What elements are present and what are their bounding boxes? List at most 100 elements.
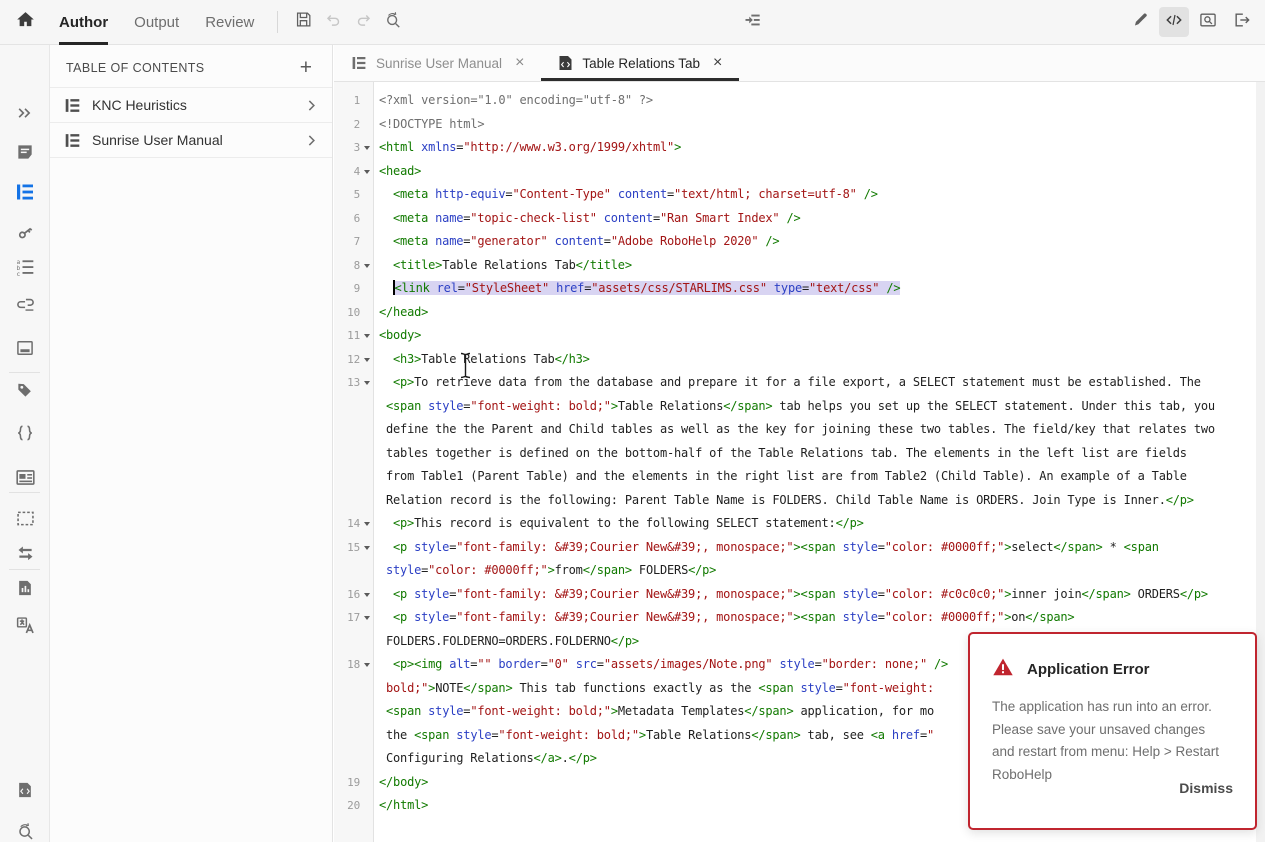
toc-item-label: Sunrise User Manual	[92, 132, 223, 148]
editor-scrollbar[interactable]	[1256, 82, 1265, 842]
find-replace-button[interactable]	[378, 7, 408, 37]
code-line-13[interactable]: 13 <p>To retrieve data from the database …	[334, 371, 1256, 395]
snippets-icon[interactable]	[14, 422, 36, 444]
toc-item-knc-heuristics[interactable]: KNC Heuristics	[50, 88, 332, 123]
mode-tab-output[interactable]: Output	[134, 0, 179, 45]
edit-mode-button[interactable]	[1125, 7, 1155, 37]
error-dialog-title: Application Error	[1027, 661, 1150, 678]
fold-toggle-icon[interactable]	[364, 663, 370, 667]
fold-toggle-icon[interactable]	[364, 146, 370, 150]
code-line-3[interactable]: 3 <html xmlns="http://www.w3.org/1999/xht…	[334, 136, 1256, 160]
code-line-7[interactable]: 7 <meta name="generator" content="Adobe R…	[334, 230, 1256, 254]
find-replace-icon	[383, 10, 403, 35]
error-dialog: Application Error The application has ru…	[968, 632, 1257, 830]
code-line-12[interactable]: 12 <h3>Table Relations Tab</h3>	[334, 348, 1256, 372]
code-line-wrap[interactable]: Relation record is the following: Parent…	[334, 489, 1256, 513]
doc-tab-sunrise-user-manual[interactable]: Sunrise User Manual ×	[334, 45, 541, 81]
close-tab-icon[interactable]: ×	[713, 55, 722, 71]
doc-tab-table-relations-tab[interactable]: Table Relations Tab ×	[541, 45, 740, 81]
code-line-wrap[interactable]: tables together is defined on the bottom…	[334, 442, 1256, 466]
redo-icon	[354, 10, 373, 34]
code-view-icon	[1164, 10, 1184, 35]
mode-tab-author[interactable]: Author	[59, 0, 109, 45]
toc-item-sunrise-user-manual[interactable]: Sunrise User Manual	[50, 123, 332, 158]
swap-review-icon[interactable]	[14, 542, 36, 564]
toolbar-divider	[277, 11, 279, 33]
code-line-wrap[interactable]: <span style="font-weight: bold;">Table R…	[334, 395, 1256, 419]
rail-divider	[9, 372, 40, 373]
fold-toggle-icon[interactable]	[364, 357, 370, 362]
fold-toggle-icon[interactable]	[364, 381, 370, 385]
fold-toggle-icon[interactable]	[364, 169, 370, 174]
line-number: 3	[334, 136, 373, 160]
toc-icon	[351, 55, 367, 71]
toc-panel-title: TABLE OF CONTENTS	[66, 61, 205, 75]
code-line-8[interactable]: 8 <title>Table Relations Tab</title>	[334, 254, 1256, 278]
chevron-right-icon[interactable]	[305, 134, 318, 147]
topics-icon[interactable]	[14, 141, 36, 163]
line-number: 10	[347, 305, 360, 319]
code-line-11[interactable]: 11 <body>	[334, 324, 1256, 348]
save-button[interactable]	[288, 7, 318, 37]
line-number	[334, 747, 373, 771]
translate-icon[interactable]	[14, 614, 36, 636]
media-icon[interactable]	[14, 466, 36, 488]
fold-toggle-icon[interactable]	[364, 545, 370, 550]
undo-button[interactable]	[318, 7, 348, 37]
mode-tab-review[interactable]: Review	[205, 0, 254, 45]
code-line-4[interactable]: 4 <head>	[334, 160, 1256, 184]
exit-button[interactable]	[1227, 7, 1257, 37]
line-number: 12	[334, 348, 373, 372]
code-line-wrap[interactable]: from Table1 (Parent Table) and the eleme…	[334, 465, 1256, 489]
line-number: 20	[347, 799, 360, 812]
toc-icon	[64, 132, 81, 149]
save-icon	[294, 10, 313, 34]
add-toc-button[interactable]: +	[296, 57, 316, 78]
panel-expand-icon[interactable]	[14, 102, 36, 124]
code-line-wrap[interactable]: define the the Parent and Child tables a…	[334, 418, 1256, 442]
code-line-17[interactable]: 17 <p style="font-family: &#39;Courier Ne…	[334, 606, 1256, 630]
exit-icon	[1232, 10, 1252, 35]
line-number: 16	[334, 583, 373, 607]
code-line-2[interactable]: 2 <!DOCTYPE html>	[334, 113, 1256, 137]
line-number: 14	[334, 512, 373, 536]
code-line-9[interactable]: 9 <link rel="StyleSheet" href="assets/css…	[334, 277, 1256, 301]
home-button[interactable]	[10, 0, 40, 45]
fold-toggle-icon[interactable]	[364, 522, 370, 526]
line-number	[334, 677, 373, 701]
reports-icon[interactable]	[14, 577, 36, 599]
code-line-14[interactable]: 14 <p>This record is equivalent to the fo…	[334, 512, 1256, 536]
code-line-6[interactable]: 6 <meta name="topic-check-list" content="…	[334, 207, 1256, 231]
line-number: 11	[334, 324, 373, 348]
close-tab-icon[interactable]: ×	[515, 55, 524, 71]
placeholder-icon[interactable]	[14, 507, 36, 529]
toc-panel: TABLE OF CONTENTS + KNC Heuristics Sunris…	[50, 45, 333, 842]
code-line-15[interactable]: 15 <p style="font-family: &#39;Courier Ne…	[334, 536, 1256, 560]
code-files-icon[interactable]	[14, 779, 36, 801]
master-pages-icon[interactable]	[14, 337, 36, 359]
glossary-icon[interactable]: abc	[14, 256, 36, 278]
index-icon[interactable]	[14, 221, 36, 243]
fold-toggle-icon[interactable]	[364, 616, 370, 620]
dismiss-button[interactable]: Dismiss	[1179, 780, 1233, 796]
see-also-icon[interactable]	[14, 292, 36, 314]
toc-icon[interactable]	[14, 181, 36, 203]
preview-button[interactable]	[1193, 7, 1223, 37]
insert-topic-button[interactable]	[738, 7, 768, 37]
code-line-wrap[interactable]: style="color: #0000ff;">from</span> FOLD…	[334, 559, 1256, 583]
code-line-1[interactable]: 1 <?xml version="1.0" encoding="utf-8" ?>	[334, 89, 1256, 113]
scan-icon[interactable]	[14, 820, 36, 842]
fold-toggle-icon[interactable]	[364, 334, 370, 338]
fold-toggle-icon[interactable]	[364, 263, 370, 268]
code-line-16[interactable]: 16 <p style="font-family: &#39;Courier Ne…	[334, 583, 1256, 607]
code-line-10[interactable]: 10 </head>	[334, 301, 1256, 325]
home-icon	[15, 9, 36, 35]
condition-tags-icon[interactable]	[14, 379, 36, 401]
chevron-right-icon[interactable]	[305, 99, 318, 112]
fold-toggle-icon[interactable]	[364, 592, 370, 597]
line-number: 19	[347, 775, 360, 789]
code-view-button[interactable]	[1159, 7, 1189, 37]
redo-button[interactable]	[348, 7, 378, 37]
code-line-5[interactable]: 5 <meta http-equiv="Content-Type" content…	[334, 183, 1256, 207]
line-number: 9	[353, 282, 361, 295]
